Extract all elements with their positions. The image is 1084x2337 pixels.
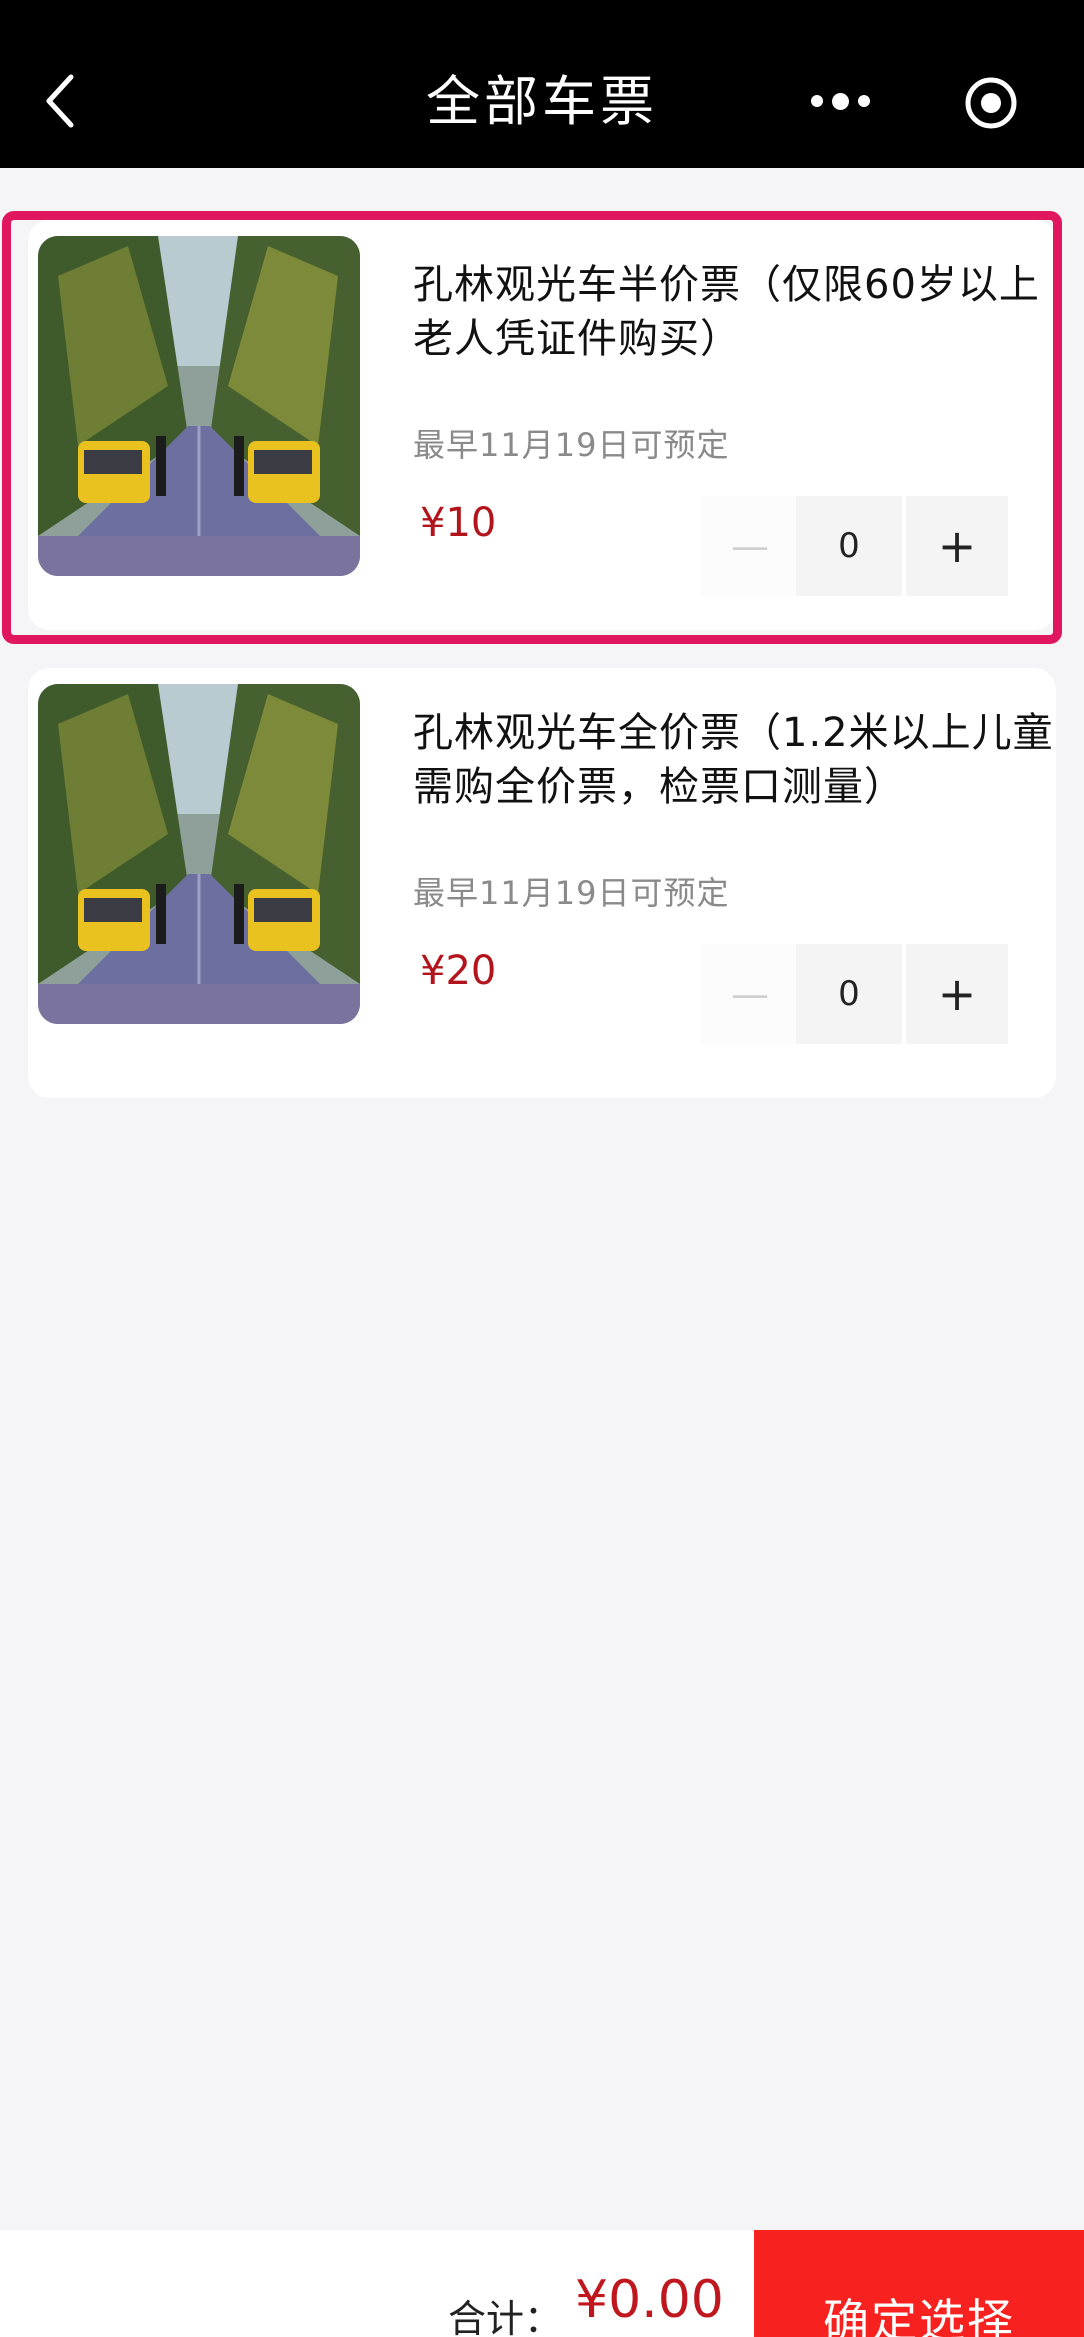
ticket-price: ¥20 xyxy=(420,948,497,994)
total-label: 合计： xyxy=(448,2297,563,2337)
more-dot-center xyxy=(831,92,849,110)
ticket-card: 孔林观光车全价票（1.2米以上儿童需购全价票，检票口测量） 最早11月19日可预… xyxy=(28,668,1056,1098)
increase-quantity-button[interactable]: + xyxy=(906,496,1008,596)
total-amount: ¥0.00 xyxy=(575,2270,724,2330)
ticket-title: 孔林观光车全价票（1.2米以上儿童需购全价票，检票口测量） xyxy=(413,710,1054,810)
ticket-title: 孔林观光车半价票（仅限60岁以上老人凭证件购买） xyxy=(413,262,1040,362)
bottom-checkout-bar: 合计： ¥0.00 确定选择 xyxy=(0,2230,1084,2337)
decrease-quantity-button[interactable]: — xyxy=(700,944,800,1044)
ticket-image xyxy=(38,236,360,576)
ticket-image xyxy=(38,684,360,1024)
page-title: 全部车票 xyxy=(426,70,658,133)
more-dots-icon xyxy=(810,95,823,107)
ticket-price: ¥10 xyxy=(420,500,497,546)
confirm-selection-button[interactable]: 确定选择 xyxy=(754,2230,1084,2337)
decrease-quantity-button[interactable]: — xyxy=(700,496,800,596)
ticket-date-note: 最早11月19日可预定 xyxy=(413,874,730,912)
confirm-label: 确定选择 xyxy=(823,2294,1015,2337)
ticket-card: 孔林观光车半价票（仅限60岁以上老人凭证件购买） 最早11月19日可预定 ¥10… xyxy=(28,220,1056,630)
ticket-date-note: 最早11月19日可预定 xyxy=(413,426,730,464)
increase-quantity-button[interactable]: + xyxy=(906,944,1008,1044)
quantity-value[interactable]: 0 xyxy=(796,496,902,596)
close-miniprogram-button[interactable] xyxy=(960,72,1022,134)
more-dot-right xyxy=(857,95,870,107)
top-nav-bar: 全部车票 xyxy=(0,0,1084,168)
quantity-value[interactable]: 0 xyxy=(796,944,902,1044)
target-icon xyxy=(965,77,1017,129)
more-options-button[interactable] xyxy=(800,76,880,126)
